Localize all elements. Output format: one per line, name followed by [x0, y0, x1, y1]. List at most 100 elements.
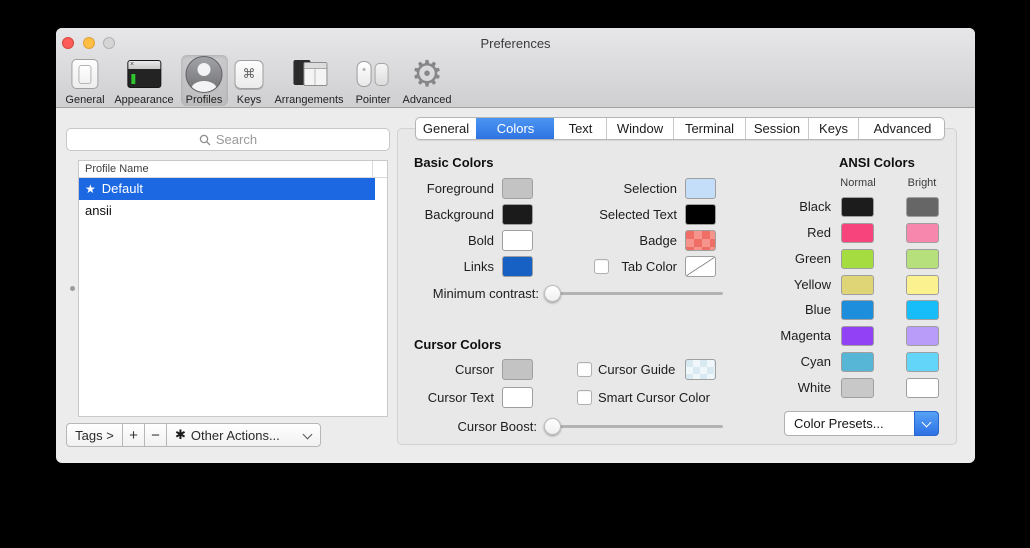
profile-row-ansii[interactable]: ansii	[79, 200, 387, 222]
basic-colors-title: Basic Colors	[414, 155, 493, 170]
arrangements-icon	[291, 60, 327, 88]
tab-terminal[interactable]: Terminal	[673, 118, 745, 139]
ansi-normal-white-well[interactable]	[841, 378, 874, 398]
toolbar-item-arrangements[interactable]: Arrangements	[274, 55, 343, 106]
star-icon	[85, 178, 96, 200]
cursor-label: Cursor	[455, 359, 494, 380]
ansi-colors-title: ANSI Colors	[839, 155, 915, 170]
ansi-normal-cyan-well[interactable]	[841, 352, 874, 372]
selected-text-label: Selected Text	[599, 204, 677, 225]
chevron-down-icon	[303, 430, 313, 440]
ansi-label-green: Green	[795, 249, 831, 269]
ansi-bright-yellow-well[interactable]	[906, 275, 939, 295]
tab-text[interactable]: Text	[554, 118, 606, 139]
slider-track	[544, 292, 723, 295]
tab-session[interactable]: Session	[745, 118, 808, 139]
ansi-bright-white-well[interactable]	[906, 378, 939, 398]
minimum-contrast-slider[interactable]	[544, 285, 723, 302]
toolbar-item-general[interactable]: General	[65, 55, 104, 106]
gear-icon	[411, 56, 443, 92]
cursor-guide-checkbox[interactable]	[577, 362, 592, 377]
smart-cursor-color-label: Smart Cursor Color	[598, 387, 710, 408]
ansi-bright-red-well[interactable]	[906, 223, 939, 243]
background-label: Background	[425, 204, 494, 225]
search-input[interactable]: Search	[66, 128, 390, 151]
ansi-bright-cyan-well[interactable]	[906, 352, 939, 372]
keys-icon	[235, 60, 264, 89]
cursor-color-well[interactable]	[502, 359, 533, 380]
ansi-label-yellow: Yellow	[794, 275, 831, 295]
tab-keys[interactable]: Keys	[808, 118, 858, 139]
profile-table-header[interactable]: Profile Name	[79, 161, 387, 178]
ansi-label-magenta: Magenta	[780, 326, 831, 346]
selected-text-color-well[interactable]	[685, 204, 716, 225]
profile-actions-row: Tags > + − Other Actions...	[66, 423, 321, 447]
ansi-bright-black-well[interactable]	[906, 197, 939, 217]
ansi-bright-magenta-well[interactable]	[906, 326, 939, 346]
tab-colors[interactable]: Colors	[476, 118, 554, 139]
resize-dot	[70, 286, 75, 291]
toolbar-item-profiles[interactable]: Profiles	[186, 55, 223, 106]
profiles-icon	[186, 56, 223, 93]
toolbar-item-keys[interactable]: Keys	[235, 55, 264, 106]
toolbar-label: Pointer	[356, 94, 391, 106]
tab-color-well[interactable]	[685, 256, 716, 277]
cursor-guide-color-well[interactable]	[685, 359, 716, 380]
ansi-bright-blue-well[interactable]	[906, 300, 939, 320]
toolbar-label: Keys	[237, 94, 261, 106]
cursor-text-label: Cursor Text	[428, 387, 494, 408]
cursor-boost-slider-knob[interactable]	[544, 418, 561, 435]
background-color-well[interactable]	[502, 204, 533, 225]
ansi-normal-black-well[interactable]	[841, 197, 874, 217]
ansi-bright-header: Bright	[908, 177, 937, 189]
toolbar-item-appearance[interactable]: Appearance	[114, 55, 173, 106]
profile-name: ansii	[85, 200, 112, 222]
bold-color-well[interactable]	[502, 230, 533, 251]
minimum-contrast-label: Minimum contrast:	[433, 283, 539, 304]
profile-row-default[interactable]: Default	[79, 178, 375, 200]
tags-button[interactable]: Tags >	[66, 423, 123, 447]
cursor-colors-title: Cursor Colors	[414, 337, 501, 352]
ansi-normal-green-well[interactable]	[841, 249, 874, 269]
slider-track	[544, 425, 723, 428]
ansi-label-white: White	[798, 378, 831, 398]
colors-tab-panel: Basic Colors Foreground Background Bold …	[397, 128, 957, 445]
cursor-boost-slider[interactable]	[544, 418, 723, 435]
remove-profile-button[interactable]: −	[144, 423, 167, 447]
column-separator	[372, 161, 373, 178]
tab-advanced[interactable]: Advanced	[858, 118, 945, 139]
ansi-normal-red-well[interactable]	[841, 223, 874, 243]
toolbar-label: General	[65, 94, 104, 106]
color-presets-dropdown[interactable]: Color Presets...	[784, 411, 939, 436]
ansi-normal-blue-well[interactable]	[841, 300, 874, 320]
toolbar-item-advanced[interactable]: Advanced	[403, 55, 452, 106]
selection-color-well[interactable]	[685, 178, 716, 199]
ansi-label-cyan: Cyan	[801, 352, 831, 372]
foreground-color-well[interactable]	[502, 178, 533, 199]
foreground-label: Foreground	[427, 178, 494, 199]
ansi-label-blue: Blue	[805, 300, 831, 320]
ansi-bright-green-well[interactable]	[906, 249, 939, 269]
window-header: Preferences General Appearance Profiles …	[56, 28, 975, 108]
toolbar-item-pointer[interactable]: Pointer	[356, 55, 391, 106]
color-presets-label: Color Presets...	[794, 416, 884, 431]
tab-general[interactable]: General	[416, 118, 476, 139]
general-icon	[71, 59, 98, 89]
tab-window[interactable]: Window	[606, 118, 673, 139]
badge-color-well[interactable]	[685, 230, 716, 251]
ansi-normal-magenta-well[interactable]	[841, 326, 874, 346]
tab-color-checkbox[interactable]	[594, 259, 609, 274]
smart-cursor-color-checkbox[interactable]	[577, 390, 592, 405]
ansi-normal-yellow-well[interactable]	[841, 275, 874, 295]
bold-label: Bold	[468, 230, 494, 251]
search-icon	[199, 134, 211, 146]
dropdown-button[interactable]	[914, 411, 939, 436]
profile-table: Profile Name Defaultansii	[78, 160, 388, 417]
cursor-text-color-well[interactable]	[502, 387, 533, 408]
links-color-well[interactable]	[502, 256, 533, 277]
add-profile-button[interactable]: +	[122, 423, 145, 447]
other-actions-dropdown[interactable]: Other Actions...	[166, 423, 321, 447]
minimum-contrast-slider-knob[interactable]	[544, 285, 561, 302]
search-placeholder: Search	[216, 132, 257, 147]
pointer-icon	[357, 61, 389, 87]
